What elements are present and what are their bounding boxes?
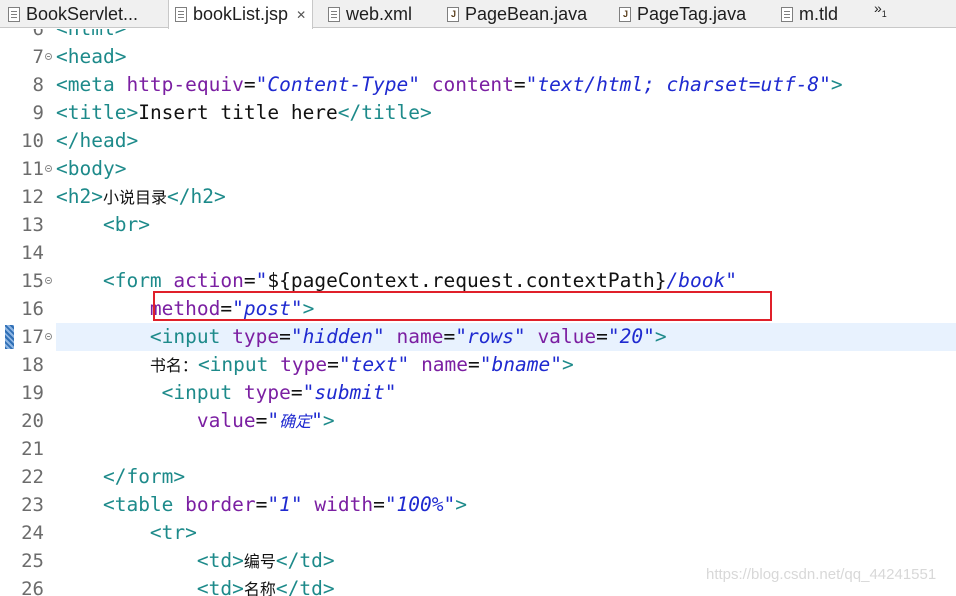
code-line[interactable]: 9 <title>Insert title here</title>	[0, 99, 956, 127]
code-text: 书名：<input type="text" name="bname">	[149, 353, 574, 376]
java-file-icon	[447, 6, 459, 22]
code-text: </head>	[56, 129, 139, 152]
fold-toggle-icon[interactable]	[45, 53, 52, 60]
code-text: <title>Insert title here</title>	[56, 101, 432, 124]
code-text: <body>	[56, 157, 127, 180]
overflow-count: 1	[881, 8, 887, 19]
tab-label: bookList.jsp	[193, 4, 289, 24]
jsp-file-icon	[8, 6, 20, 22]
editor-tab-bar: BookServlet... bookList.jsp ✕ web.xml Pa…	[0, 0, 956, 29]
line-number: 19	[21, 382, 44, 404]
code-line[interactable]: 20 value="确定">	[0, 407, 956, 435]
code-line[interactable]: 8 <meta http-equiv="Content-Type" content…	[0, 71, 956, 99]
tab-pagetag-java[interactable]: PageTag.java	[619, 0, 746, 28]
code-line[interactable]: 24 <tr>	[0, 519, 956, 547]
code-line[interactable]: 23 <table border="1" width="100%">	[0, 491, 956, 519]
line-number: 21	[21, 438, 44, 460]
code-text: <meta http-equiv="Content-Type" content=…	[56, 73, 843, 96]
fold-toggle-icon[interactable]	[45, 165, 52, 172]
line-number: 10	[21, 130, 44, 152]
jsp-file-icon	[175, 7, 187, 22]
line-number: 25	[21, 550, 44, 572]
line-number: 14	[21, 242, 44, 264]
java-file-icon	[619, 6, 631, 22]
watermark: https://blog.csdn.net/qq_44241551	[706, 566, 937, 583]
tab-overflow-button[interactable]: »1	[874, 0, 887, 19]
tab-pagebean-java[interactable]: PageBean.java	[447, 0, 587, 28]
code-line[interactable]: 11 <body>	[0, 155, 956, 183]
line-number: 9	[32, 102, 44, 124]
code-line[interactable]: 10 </head>	[0, 127, 956, 155]
tld-file-icon	[781, 6, 793, 22]
tab-label: m.tld	[799, 3, 839, 24]
line-number: 17	[21, 326, 44, 348]
tab-label: web.xml	[346, 3, 413, 24]
tab-m-tld[interactable]: m.tld	[781, 0, 838, 28]
xml-file-icon	[328, 6, 340, 22]
line-number: 22	[21, 466, 44, 488]
code-line[interactable]: 7 <head>	[0, 43, 956, 71]
code-text: <table border="1" width="100%">	[102, 493, 468, 516]
line-number: 11	[21, 158, 44, 180]
code-text: <input type="submit"	[161, 381, 397, 404]
tab-label: PageTag.java	[637, 3, 747, 24]
line-number: 20	[21, 410, 44, 432]
line-number: 16	[21, 298, 44, 320]
code-text: <input type="hidden" name="rows" value="…	[149, 325, 667, 348]
line-number: 26	[21, 578, 44, 596]
line-number: 23	[21, 494, 44, 516]
code-line[interactable]: 14	[0, 239, 956, 267]
line-number: 8	[32, 74, 44, 96]
line-number: 15	[21, 270, 44, 292]
line-number: 13	[21, 214, 44, 236]
tab-booklist-jsp[interactable]: bookList.jsp ✕	[168, 0, 314, 29]
tab-web-xml[interactable]: web.xml	[328, 0, 412, 28]
code-line[interactable]: 21	[0, 435, 956, 463]
line-number: 24	[21, 522, 44, 544]
code-line[interactable]: 13 <br>	[0, 211, 956, 239]
line-number: 12	[21, 186, 44, 208]
code-text: <td>名称</td>	[196, 577, 335, 596]
code-line[interactable]: 6 <html>	[0, 29, 956, 43]
line-number: 18	[21, 354, 44, 376]
code-text: </form>	[102, 465, 186, 488]
highlight-annotation-box	[153, 291, 772, 321]
chevron-right-double-icon: »	[874, 0, 882, 16]
code-text: <br>	[102, 213, 150, 236]
code-line[interactable]: 12 <h2>小说目录</h2>	[0, 183, 956, 211]
breakpoint-marker[interactable]	[5, 325, 14, 349]
code-text: <head>	[56, 45, 127, 68]
code-text: <h2>小说目录</h2>	[56, 185, 226, 208]
tab-label: PageBean.java	[465, 3, 588, 24]
line-number: 6	[32, 29, 44, 40]
code-text: <tr>	[149, 521, 197, 544]
close-icon[interactable]: ✕	[296, 8, 306, 22]
code-text: value="确定">	[196, 409, 335, 432]
tab-label: BookServlet...	[26, 3, 139, 24]
fold-toggle-icon[interactable]	[45, 333, 52, 340]
code-text: <html>	[56, 29, 126, 43]
tab-bookservlet[interactable]: BookServlet...	[8, 0, 138, 28]
code-text: <td>编号</td>	[196, 549, 335, 572]
code-line[interactable]: 22 </form>	[0, 463, 956, 491]
line-number: 7	[32, 46, 44, 68]
code-line[interactable]: 17 <input type="hidden" name="rows" valu…	[0, 323, 956, 351]
code-line[interactable]: 19 <input type="submit"	[0, 379, 956, 407]
fold-toggle-icon[interactable]	[45, 277, 52, 284]
code-line[interactable]: 18 书名：<input type="text" name="bname">	[0, 351, 956, 379]
